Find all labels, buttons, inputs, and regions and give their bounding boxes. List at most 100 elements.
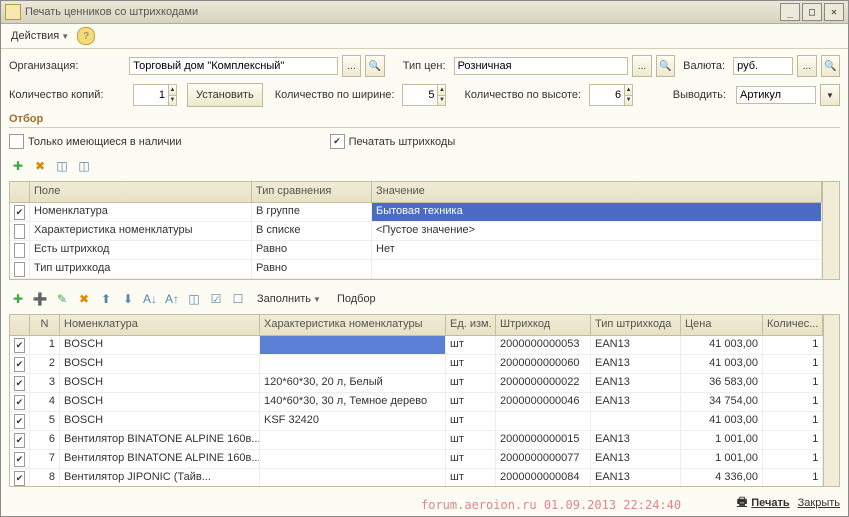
cell-barcode[interactable]: 2000000000060 bbox=[496, 355, 591, 373]
col-cmp[interactable]: Тип сравнения bbox=[252, 182, 372, 202]
row-checkbox[interactable] bbox=[14, 262, 25, 277]
cell-nom[interactable]: BOSCH bbox=[60, 412, 260, 430]
cell-barcode[interactable]: 2000000000077 bbox=[496, 450, 591, 468]
nom-row[interactable]: 6Вентилятор BINATONE ALPINE 160в...шт200… bbox=[10, 431, 823, 450]
cell-price[interactable]: 36 583,00 bbox=[681, 374, 763, 392]
cell-field[interactable]: Номенклатура bbox=[30, 203, 252, 221]
cell-val[interactable]: Бытовая техника bbox=[372, 203, 822, 221]
cell-char[interactable] bbox=[260, 355, 446, 373]
height-input[interactable] bbox=[590, 85, 624, 105]
cell-val[interactable] bbox=[372, 260, 822, 278]
col-n[interactable]: N bbox=[30, 315, 60, 335]
cell-val[interactable]: <Пустое значение> bbox=[372, 222, 822, 240]
cell-n[interactable]: 4 bbox=[30, 393, 60, 411]
cell-nom[interactable]: BOSCH bbox=[60, 393, 260, 411]
cell-nom[interactable]: Вентилятор JIPONIC (Тайв... bbox=[60, 469, 260, 486]
copies-input[interactable] bbox=[134, 85, 168, 105]
cell-nom[interactable]: BOSCH bbox=[60, 374, 260, 392]
add-icon[interactable]: ✚ bbox=[9, 157, 27, 175]
row-checkbox[interactable] bbox=[14, 414, 25, 429]
row-checkbox[interactable] bbox=[14, 338, 25, 353]
cell-price[interactable]: 4 336,00 bbox=[681, 469, 763, 486]
nom-scrollbar[interactable] bbox=[823, 315, 839, 486]
col-char[interactable]: Характеристика номенклатуры bbox=[260, 315, 446, 335]
cell-bctype[interactable]: EAN13 bbox=[591, 393, 681, 411]
cell-char[interactable] bbox=[260, 336, 446, 354]
row-checkbox[interactable] bbox=[14, 452, 25, 467]
filter-scrollbar[interactable] bbox=[822, 182, 839, 279]
row-checkbox[interactable] bbox=[14, 376, 25, 391]
row-checkbox[interactable] bbox=[14, 224, 25, 239]
cell-qty[interactable]: 1 bbox=[763, 469, 823, 486]
cell-field[interactable]: Тип штрихкода bbox=[30, 260, 252, 278]
cell-n[interactable]: 5 bbox=[30, 412, 60, 430]
spin-up-icon[interactable]: ▲ bbox=[624, 85, 632, 96]
col-bctype[interactable]: Тип штрихкода bbox=[591, 315, 681, 335]
col-qty[interactable]: Количес... bbox=[763, 315, 823, 335]
cell-bctype[interactable]: EAN13 bbox=[591, 431, 681, 449]
uncheck-all-icon[interactable]: ☐ bbox=[229, 290, 247, 308]
output-select[interactable] bbox=[736, 86, 816, 104]
nom-row[interactable]: 1BOSCHшт2000000000053EAN1341 003,001 bbox=[10, 336, 823, 355]
width-input[interactable] bbox=[403, 85, 437, 105]
cell-field[interactable]: Есть штрихкод bbox=[30, 241, 252, 259]
cell-price[interactable]: 41 003,00 bbox=[681, 355, 763, 373]
insert-icon[interactable]: ➕ bbox=[31, 290, 49, 308]
row-checkbox[interactable] bbox=[14, 205, 25, 220]
nom-row[interactable]: 2BOSCHшт2000000000060EAN1341 003,001 bbox=[10, 355, 823, 374]
set-button[interactable]: Установить bbox=[187, 83, 263, 107]
currency-search-button[interactable]: 🔍 bbox=[821, 55, 840, 77]
currency-input[interactable] bbox=[733, 57, 793, 75]
cell-unit[interactable]: шт bbox=[446, 355, 496, 373]
row-checkbox[interactable] bbox=[14, 243, 25, 258]
copy-icon[interactable]: ◫ bbox=[75, 157, 93, 175]
cell-unit[interactable]: шт bbox=[446, 469, 496, 486]
cell-nom[interactable]: Вентилятор BINATONE ALPINE 160в... bbox=[60, 431, 260, 449]
cell-price[interactable]: 41 003,00 bbox=[681, 412, 763, 430]
cell-price[interactable]: 41 003,00 bbox=[681, 336, 763, 354]
cell-n[interactable]: 6 bbox=[30, 431, 60, 449]
cell-qty[interactable]: 1 bbox=[763, 431, 823, 449]
add-icon[interactable]: ✚ bbox=[9, 290, 27, 308]
cell-price[interactable]: 34 754,00 bbox=[681, 393, 763, 411]
cell-price[interactable]: 1 001,00 bbox=[681, 431, 763, 449]
cell-bctype[interactable]: EAN13 bbox=[591, 336, 681, 354]
col-nom[interactable]: Номенклатура bbox=[60, 315, 260, 335]
move-up-icon[interactable]: ⬆ bbox=[97, 290, 115, 308]
cell-bctype[interactable]: EAN13 bbox=[591, 469, 681, 486]
cell-char[interactable] bbox=[260, 450, 446, 468]
copies-spinner[interactable]: ▲▼ bbox=[133, 84, 177, 106]
filter-row[interactable]: Характеристика номенклатурыВ списке<Пуст… bbox=[10, 222, 822, 241]
spin-up-icon[interactable]: ▲ bbox=[437, 85, 445, 96]
edit-icon[interactable]: ✎ bbox=[53, 290, 71, 308]
cell-char[interactable]: 120*60*30, 20 л, Белый bbox=[260, 374, 446, 392]
nom-row[interactable]: 4BOSCH140*60*30, 30 л, Темное деревошт20… bbox=[10, 393, 823, 412]
fill-button[interactable]: Заполнить▼ bbox=[251, 290, 327, 308]
cell-barcode[interactable]: 2000000000053 bbox=[496, 336, 591, 354]
row-checkbox[interactable] bbox=[14, 395, 25, 410]
cell-unit[interactable]: шт bbox=[446, 412, 496, 430]
cell-cmp[interactable]: Равно bbox=[252, 241, 372, 259]
cell-qty[interactable]: 1 bbox=[763, 355, 823, 373]
check-all-icon[interactable]: ☑ bbox=[207, 290, 225, 308]
org-input[interactable] bbox=[129, 57, 338, 75]
cell-cmp[interactable]: В списке bbox=[252, 222, 372, 240]
cell-char[interactable]: 140*60*30, 30 л, Темное дерево bbox=[260, 393, 446, 411]
cell-qty[interactable]: 1 bbox=[763, 412, 823, 430]
sort-desc-icon[interactable]: A↑ bbox=[163, 290, 181, 308]
cell-qty[interactable]: 1 bbox=[763, 393, 823, 411]
nom-row[interactable]: 5BOSCHKSF 32420шт41 003,001 bbox=[10, 412, 823, 431]
cell-bctype[interactable] bbox=[591, 412, 681, 430]
cell-field[interactable]: Характеристика номенклатуры bbox=[30, 222, 252, 240]
cell-cmp[interactable]: В группе bbox=[252, 203, 372, 221]
spin-up-icon[interactable]: ▲ bbox=[168, 85, 176, 96]
pricetype-select-button[interactable]: ... bbox=[632, 55, 651, 77]
maximize-button[interactable]: □ bbox=[802, 3, 822, 21]
cell-unit[interactable]: шт bbox=[446, 393, 496, 411]
cell-n[interactable]: 7 bbox=[30, 450, 60, 468]
cell-bctype[interactable]: EAN13 bbox=[591, 355, 681, 373]
filter-row[interactable]: НоменклатураВ группеБытовая техника bbox=[10, 203, 822, 222]
pricetype-input[interactable] bbox=[454, 57, 629, 75]
col-price[interactable]: Цена bbox=[681, 315, 763, 335]
pick-button[interactable]: Подбор bbox=[331, 290, 382, 308]
